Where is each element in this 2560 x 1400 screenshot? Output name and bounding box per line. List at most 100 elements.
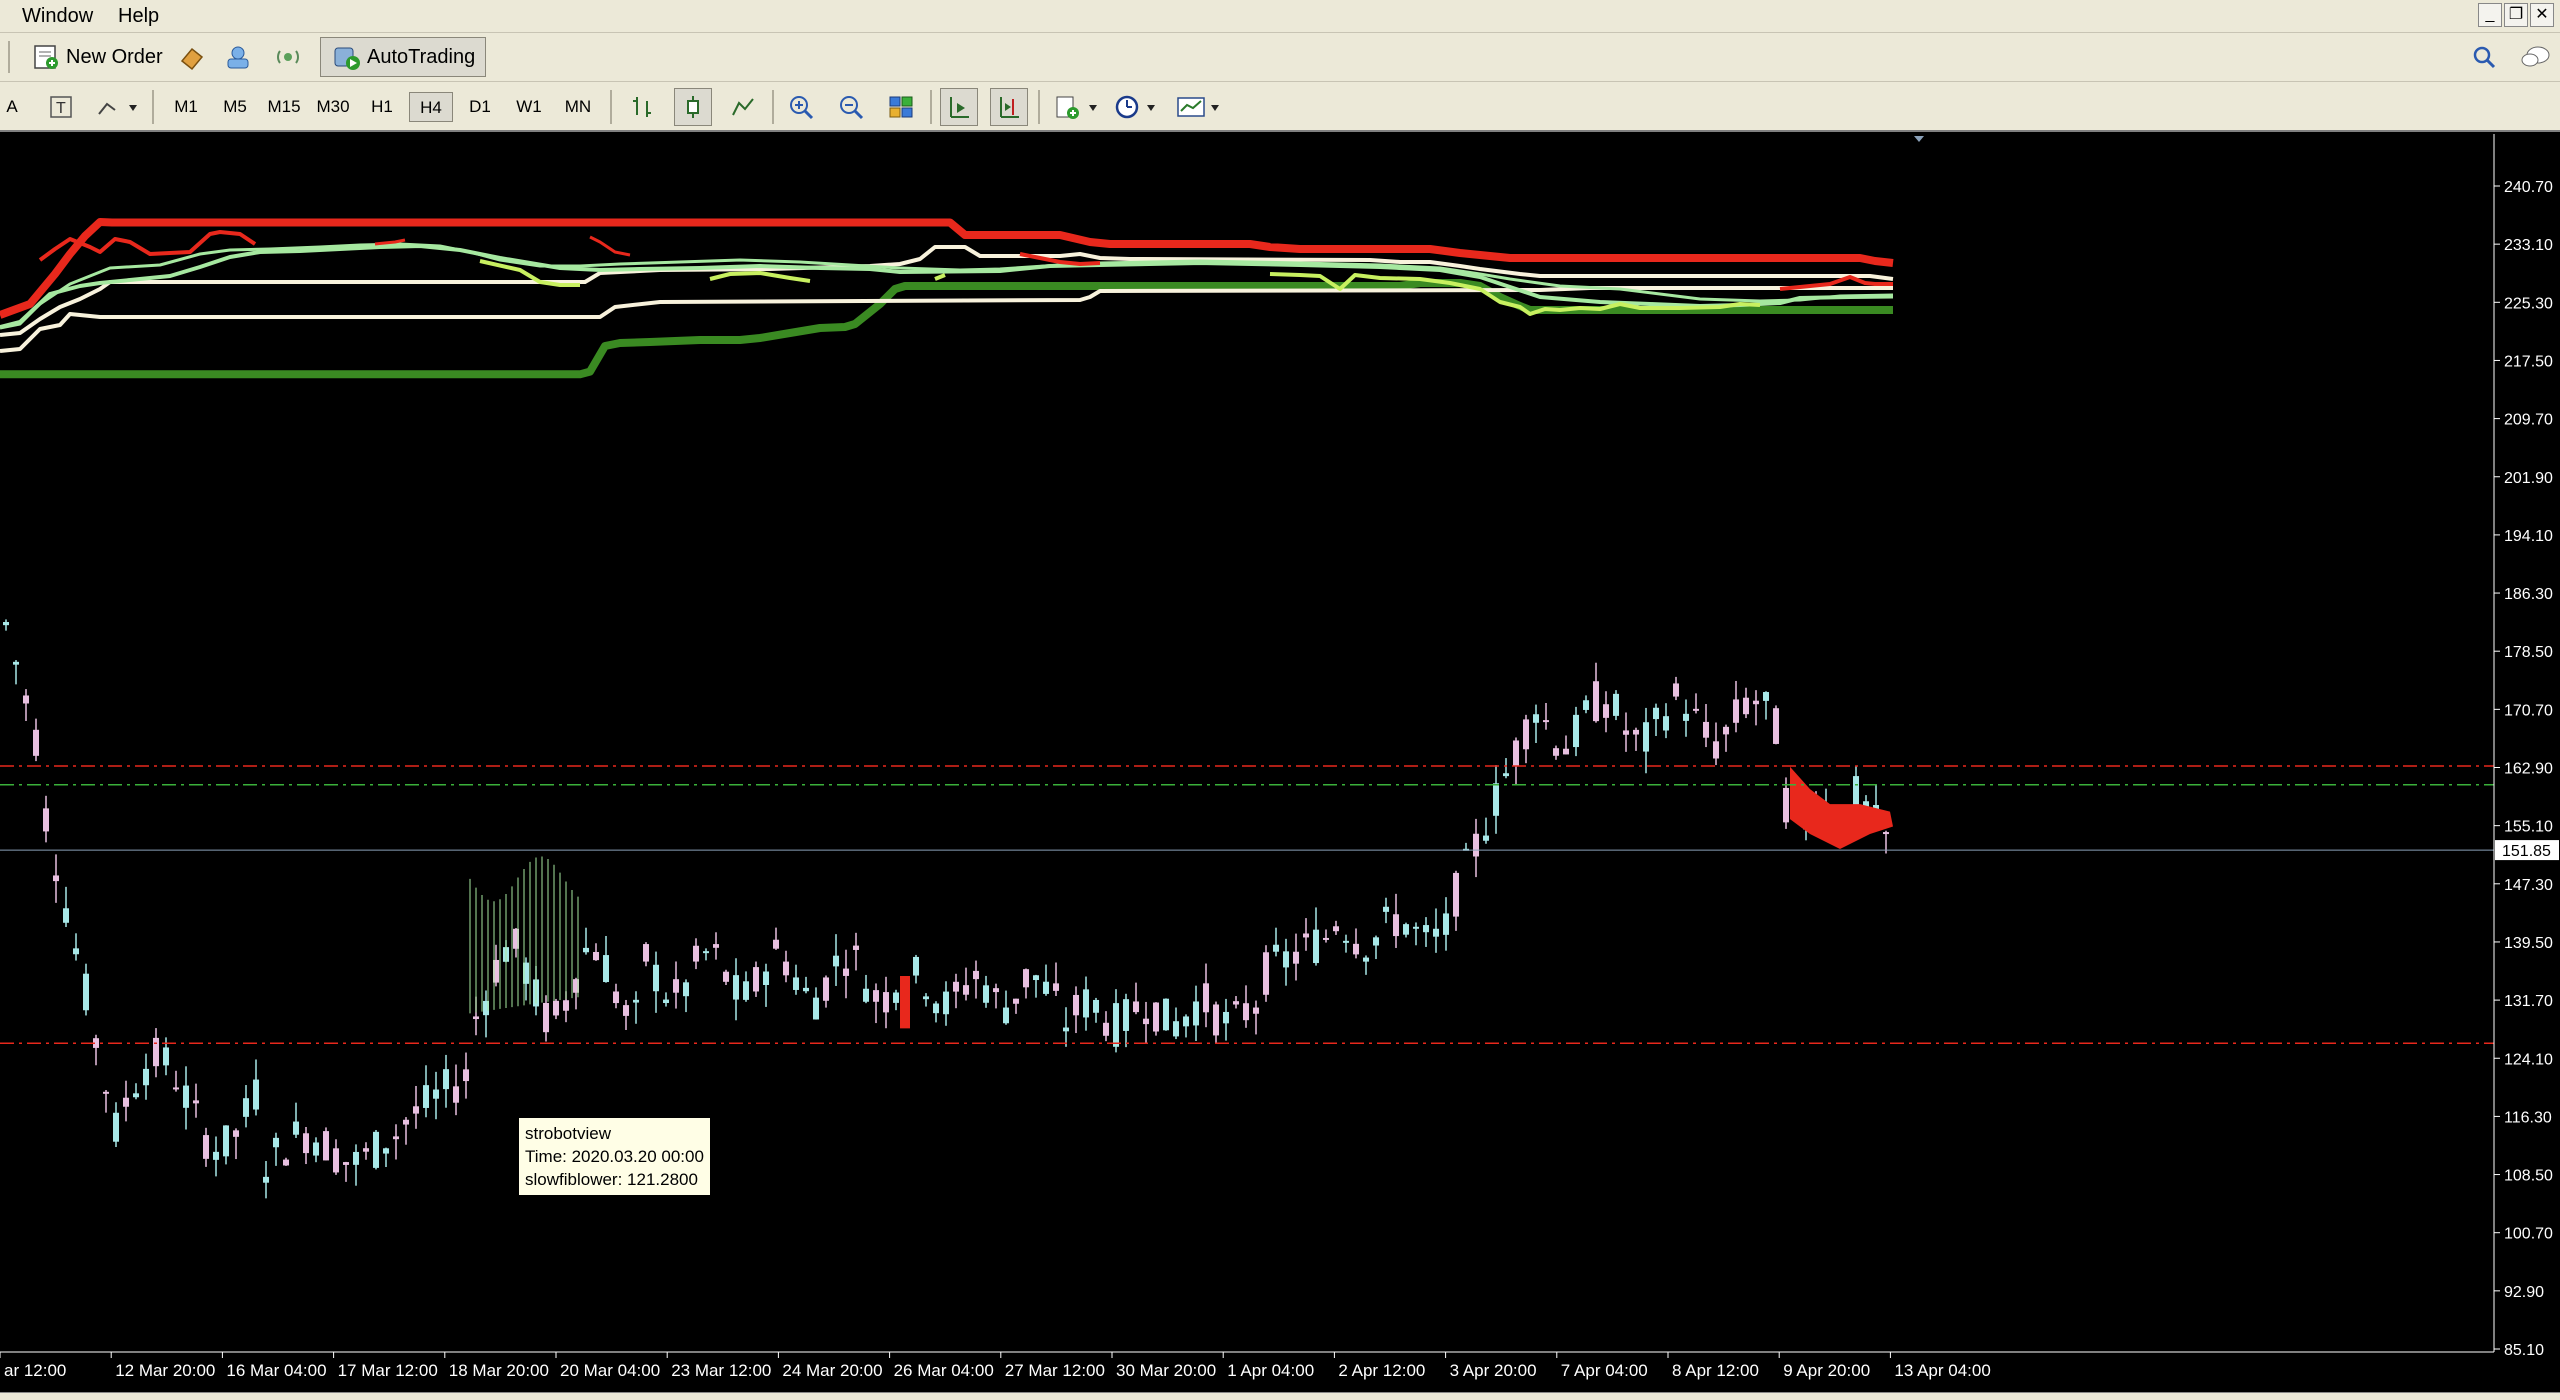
standard-toolbar: New Order AutoTrading (0, 33, 2560, 82)
periods-button[interactable] (1110, 88, 1164, 126)
templates-button[interactable] (1172, 88, 1226, 126)
candle-body (1483, 835, 1489, 841)
time-axis: ar 12:00 12 Mar 20:00 16 Mar 04:00 17 Mar 1… (0, 1351, 2494, 1380)
signals-button[interactable] (274, 43, 302, 71)
close-icon[interactable]: ✕ (2530, 3, 2554, 27)
search-icon (2473, 46, 2496, 69)
candle-body (1123, 999, 1129, 1031)
candle-body (1073, 994, 1079, 1016)
timeframe-m30[interactable]: M30 (311, 92, 355, 122)
text-label-icon: T (50, 96, 72, 118)
timeframe-h4[interactable]: H4 (409, 92, 453, 122)
chart-shift-button[interactable] (990, 88, 1028, 126)
candle-body (793, 977, 799, 990)
candle-body (173, 1087, 179, 1090)
menu-window[interactable]: Window (16, 4, 99, 28)
candle-body (833, 955, 839, 967)
candle-body (1003, 1007, 1009, 1024)
history-center-button[interactable] (178, 43, 206, 71)
toolbar-separator (610, 90, 612, 124)
candle-body (123, 1097, 129, 1107)
candle-body (593, 951, 599, 961)
timeframe-w1[interactable]: W1 (507, 92, 551, 122)
templates-dropdown-icon (1177, 97, 1219, 117)
candle-body (1323, 937, 1329, 940)
candle-body (1013, 998, 1019, 1004)
candle-body (233, 1130, 239, 1137)
chart-tabs-bar[interactable] (0, 1392, 2560, 1400)
candle-body (953, 981, 959, 992)
chart-canvas[interactable]: 240.70 233.10 225.30 217.50 209.70 201.90 194.… (0, 134, 2560, 1400)
candle-body (583, 947, 589, 953)
autotrading-button[interactable]: AutoTrading (320, 37, 487, 77)
timeframe-d1[interactable]: D1 (458, 92, 502, 122)
time-tick-label: 16 Mar 04:00 (226, 1361, 326, 1380)
candle-body (473, 1016, 479, 1020)
candle-body (1883, 832, 1889, 835)
price-chart[interactable]: 240.70 233.10 225.30 217.50 209.70 201.90 194.… (0, 134, 2560, 1400)
bar-chart-button[interactable] (624, 88, 662, 126)
restore-icon[interactable]: ❐ (2504, 3, 2528, 27)
indicator-lines (0, 218, 1894, 1029)
toolbar-separator (1038, 90, 1040, 124)
timeframe-m5[interactable]: M5 (213, 92, 257, 122)
candle-body (783, 961, 789, 976)
timeframe-m1[interactable]: M1 (164, 92, 208, 122)
candle-body (1563, 748, 1569, 755)
time-tick-label: 17 Mar 12:00 (338, 1361, 438, 1380)
candle-body (363, 1148, 369, 1152)
text-label-tool-button[interactable]: T (42, 88, 80, 126)
community-button[interactable] (224, 43, 252, 71)
candlestick-chart-button[interactable] (674, 88, 712, 126)
candle-body (153, 1037, 159, 1067)
price-tick-label: 100.70 (2504, 1226, 2553, 1243)
candle-body (443, 1069, 449, 1090)
tile-windows-button[interactable] (882, 88, 920, 126)
search-button[interactable] (2470, 43, 2498, 71)
candle-body (423, 1085, 429, 1108)
toolbar-separator (930, 90, 932, 124)
candle-body (193, 1100, 199, 1104)
candle-body (913, 956, 919, 976)
candle-body (1263, 952, 1269, 995)
candle-body (13, 661, 19, 665)
zoom-out-button[interactable] (832, 88, 870, 126)
timeframe-mn[interactable]: MN (556, 92, 600, 122)
new-order-button[interactable]: New Order (32, 43, 163, 71)
candle-body (863, 988, 869, 1002)
indicators-button[interactable] (1050, 88, 1104, 126)
candle-body (693, 945, 699, 962)
arrows-tool-button[interactable] (92, 88, 142, 126)
candle-body (873, 990, 879, 1002)
timeframe-m15[interactable]: M15 (262, 92, 306, 122)
chat-button[interactable] (2520, 43, 2552, 71)
tile-windows-icon (889, 96, 913, 118)
line-chart-button[interactable] (724, 88, 762, 126)
candle-body (1773, 708, 1779, 744)
time-tick-label: 13 Apr 04:00 (1894, 1361, 1990, 1380)
candle-body (1393, 914, 1399, 937)
candle-body (1223, 1011, 1229, 1024)
candle-body (1273, 944, 1279, 952)
candlestick-icon (687, 96, 699, 118)
bar-chart-icon (633, 97, 651, 117)
price-tick-label: 186.30 (2504, 586, 2553, 603)
text-tool-button[interactable]: A (0, 92, 24, 122)
price-tick-label: 147.30 (2504, 877, 2553, 894)
candle-body (1693, 708, 1699, 711)
candle-body (1213, 1004, 1219, 1036)
minimize-icon[interactable]: _ (2478, 3, 2502, 27)
candle-body (613, 991, 619, 1004)
new-order-icon (34, 45, 58, 69)
candle-body (43, 808, 49, 832)
candle-body (1673, 683, 1679, 697)
menu-help[interactable]: Help (112, 4, 165, 28)
candlesticks (3, 619, 1889, 1199)
auto-scroll-button[interactable] (940, 88, 978, 126)
candle-body (1283, 951, 1289, 968)
zoom-in-button[interactable] (782, 88, 820, 126)
candle-body (1503, 773, 1509, 777)
zoom-in-icon (790, 96, 814, 120)
candle-body (263, 1176, 269, 1183)
timeframe-h1[interactable]: H1 (360, 92, 404, 122)
